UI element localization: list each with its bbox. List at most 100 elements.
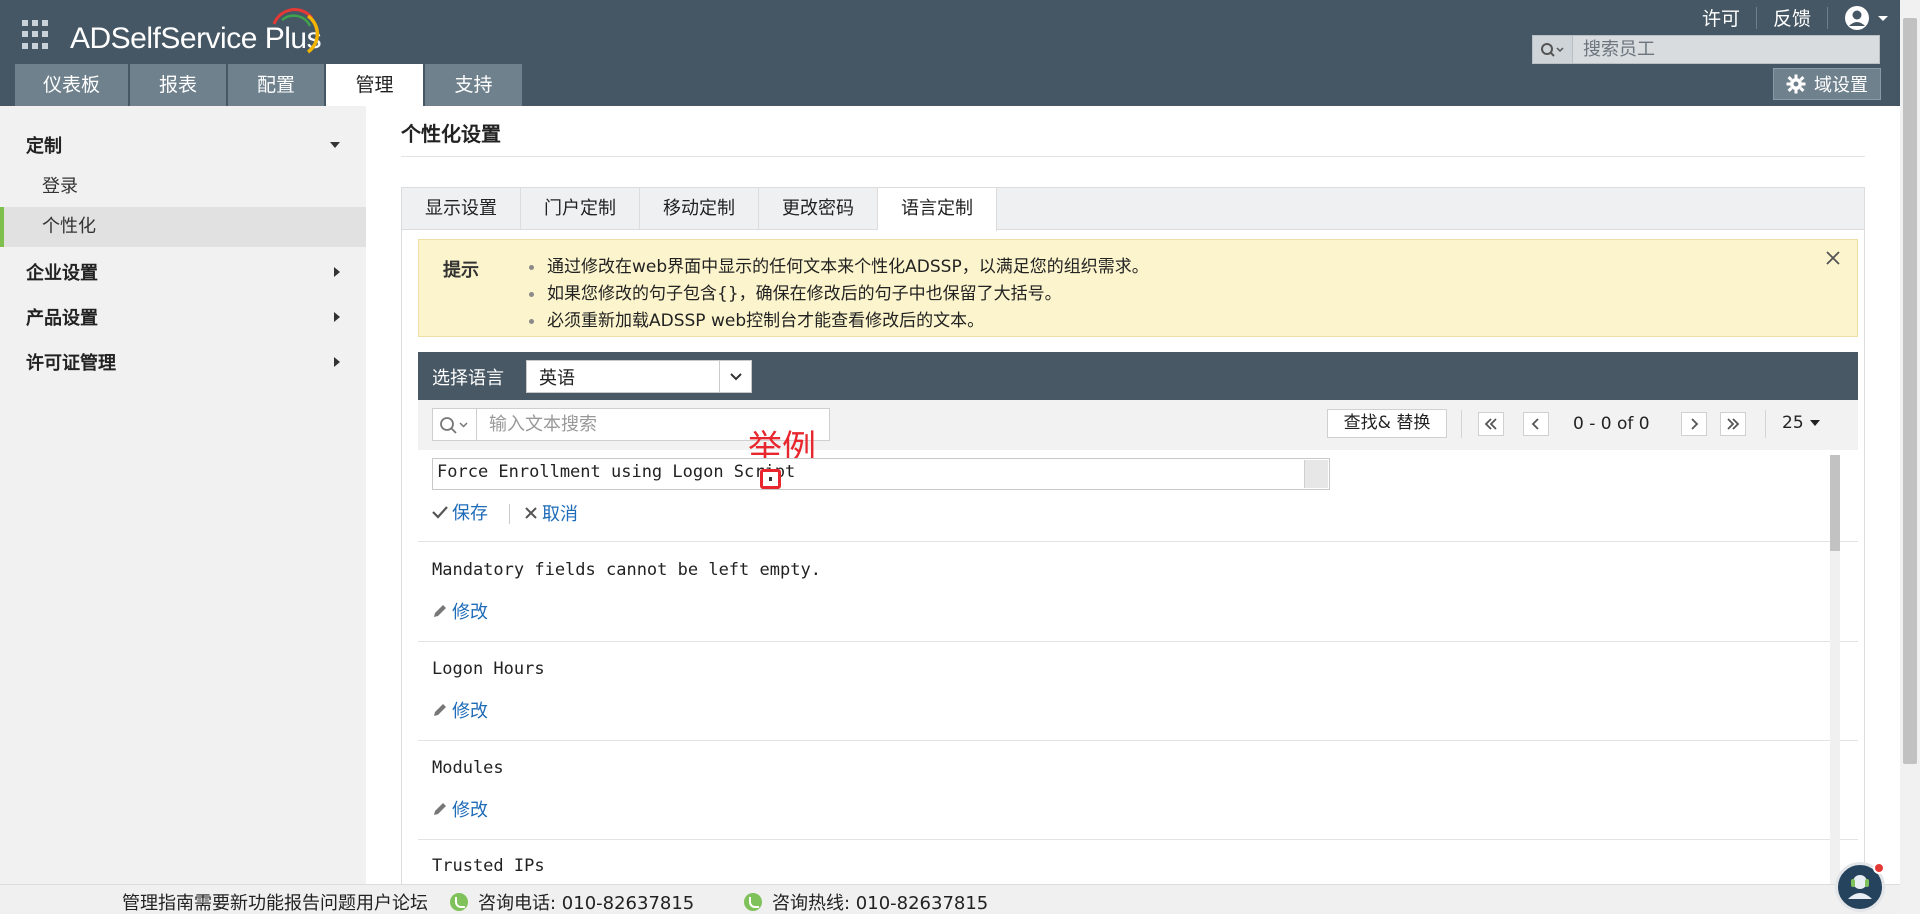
caret-right-icon[interactable] <box>334 312 340 322</box>
per-page-value: 25 <box>1782 413 1804 433</box>
nav-tab-configuration[interactable]: 配置 <box>228 64 324 106</box>
pencil-icon <box>434 803 446 815</box>
license-link[interactable]: 许可 <box>1702 4 1740 31</box>
search-icon[interactable] <box>1533 36 1573 63</box>
edit-link[interactable]: 修改 <box>432 697 488 723</box>
footer-links[interactable]: 管理指南需要新功能报告问题用户论坛 <box>122 889 428 914</box>
row-divider <box>418 740 1858 741</box>
language-label: 选择语言 <box>432 368 504 389</box>
resize-handle-icon[interactable] <box>1304 460 1328 488</box>
sidebar-section-license[interactable]: 许可证管理 <box>26 349 116 375</box>
per-page-select[interactable]: 25 <box>1782 413 1820 433</box>
domain-settings-button[interactable]: 域设置 <box>1773 68 1881 100</box>
sidebar-item-personalize[interactable]: 个性化 <box>0 207 366 247</box>
tip-list: 通过修改在web界面中显示的任何文本来个性化ADSSP，以满足您的组织需求。 如… <box>527 254 1149 335</box>
footer-hotline: 咨询热线: 010-82637815 <box>744 889 988 914</box>
page-scrollbar-thumb[interactable] <box>1903 18 1917 764</box>
nav-tab-admin[interactable]: 管理 <box>326 64 423 106</box>
row-divider <box>418 641 1858 642</box>
next-page-icon[interactable] <box>1681 412 1707 436</box>
nav-tab-reports[interactable]: 报表 <box>130 64 226 106</box>
list-item-text: Mandatory fields cannot be left empty. <box>432 560 821 580</box>
list-item-text: Logon Hours <box>432 659 545 679</box>
chevron-down-icon <box>1878 15 1888 21</box>
toolbar-divider <box>1765 410 1766 438</box>
top-links: 许可 反馈 <box>1702 4 1890 31</box>
tip-item: 通过修改在web界面中显示的任何文本来个性化ADSSP，以满足您的组织需求。 <box>527 254 1149 281</box>
row-divider <box>418 541 1858 542</box>
user-menu[interactable] <box>1844 5 1890 31</box>
edit-label: 修改 <box>452 701 488 722</box>
tip-item: 必须重新加载ADSSP web控制台才能查看修改后的文本。 <box>527 308 1149 335</box>
edit-label: 修改 <box>452 602 488 623</box>
last-page-icon[interactable] <box>1720 412 1746 436</box>
sidebar: 定制 登录 个性化 企业设置 产品设置 许可证管理 <box>0 106 366 914</box>
language-selected-value: 英语 <box>539 367 575 389</box>
caret-right-icon[interactable] <box>334 267 340 277</box>
tip-label: 提示 <box>443 260 479 281</box>
cancel-label: 取消 <box>542 504 578 525</box>
app-grid-icon[interactable] <box>22 20 52 50</box>
tab-language-customize[interactable]: 语言定制 <box>878 188 997 231</box>
phone-icon <box>450 893 468 911</box>
sidebar-item-login[interactable]: 登录 <box>0 167 366 207</box>
toolbar-divider <box>1461 410 1462 438</box>
toolbar: 查找& 替换 0 - 0 of 0 25 <box>418 400 1858 450</box>
employee-search-input[interactable] <box>1573 36 1873 63</box>
caret-right-icon[interactable] <box>334 357 340 367</box>
action-divider <box>509 504 510 524</box>
page-title: 个性化设置 <box>401 122 501 146</box>
list-item-text: Trusted IPs <box>432 856 545 876</box>
save-label: 保存 <box>452 503 488 524</box>
sidebar-section-product[interactable]: 产品设置 <box>26 304 98 330</box>
main-nav: 仪表板 报表 配置 管理 支持 <box>15 64 524 106</box>
edit-label: 修改 <box>452 800 488 821</box>
find-replace-button[interactable]: 查找& 替换 <box>1327 409 1447 438</box>
title-divider <box>401 156 1865 157</box>
tip-box: 提示 通过修改在web界面中显示的任何文本来个性化ADSSP，以满足您的组织需求… <box>418 239 1858 337</box>
feedback-link[interactable]: 反馈 <box>1773 4 1811 31</box>
row-divider <box>418 839 1858 840</box>
content-panel: 显示设置 门户定制 移动定制 更改密码 语言定制 提示 通过修改在web界面中显… <box>401 187 1865 914</box>
language-select[interactable]: 英语 <box>526 360 752 393</box>
pencil-icon <box>434 704 446 716</box>
sidebar-section-enterprise[interactable]: 企业设置 <box>26 259 98 285</box>
caret-down-icon[interactable] <box>330 142 340 148</box>
save-button[interactable]: 保存 <box>432 499 488 525</box>
logo-arc-icon <box>272 8 320 54</box>
phone-icon <box>744 893 762 911</box>
edit-textarea[interactable]: Force Enrollment using Logon Script <box>433 459 1329 489</box>
list-scrollbar-thumb[interactable] <box>1830 455 1840 551</box>
tab-display-settings[interactable]: 显示设置 <box>402 188 521 230</box>
gear-icon <box>1786 74 1806 94</box>
search-icon[interactable] <box>433 409 477 440</box>
app-header: ADSelfService Plus 许可 反馈 仪表板 报表 配置 管理 支持… <box>0 0 1920 106</box>
footer: 管理指南需要新功能报告问题用户论坛 咨询电话: 010-82637815 咨询热… <box>0 884 1900 914</box>
edit-text-field: Force Enrollment using Logon Script <box>432 458 1330 490</box>
domain-settings-label: 域设置 <box>1814 75 1868 96</box>
cursor-highlight-marker <box>760 469 781 489</box>
tip-item: 如果您修改的句子包含{}，确保在修改后的句子中也保留了大括号。 <box>527 281 1149 308</box>
page-info: 0 - 0 of 0 <box>1573 414 1650 434</box>
edit-link[interactable]: 修改 <box>432 598 488 624</box>
first-page-icon[interactable] <box>1478 412 1504 436</box>
chevron-down-icon[interactable] <box>719 361 751 392</box>
user-avatar-icon <box>1845 5 1869 30</box>
pencil-icon <box>434 605 446 617</box>
sub-tabs: 显示设置 门户定制 移动定制 更改密码 语言定制 <box>402 188 1864 231</box>
sidebar-section-customize[interactable]: 定制 <box>26 132 62 158</box>
tab-portal-customize[interactable]: 门户定制 <box>521 188 640 230</box>
nav-tab-dashboard[interactable]: 仪表板 <box>15 64 128 106</box>
tab-mobile-customize[interactable]: 移动定制 <box>640 188 759 230</box>
footer-hotline-text: 咨询热线: 010-82637815 <box>772 893 989 914</box>
close-icon <box>525 507 537 519</box>
footer-phone: 咨询电话: 010-82637815 <box>450 889 694 914</box>
footer-phone-text: 咨询电话: 010-82637815 <box>478 893 695 914</box>
cancel-button[interactable]: 取消 <box>524 500 578 526</box>
nav-tab-support[interactable]: 支持 <box>425 64 522 106</box>
close-icon[interactable] <box>1823 248 1843 268</box>
notification-dot <box>1873 862 1885 874</box>
tab-change-password[interactable]: 更改密码 <box>759 188 878 230</box>
edit-link[interactable]: 修改 <box>432 796 488 822</box>
prev-page-icon[interactable] <box>1523 412 1549 436</box>
